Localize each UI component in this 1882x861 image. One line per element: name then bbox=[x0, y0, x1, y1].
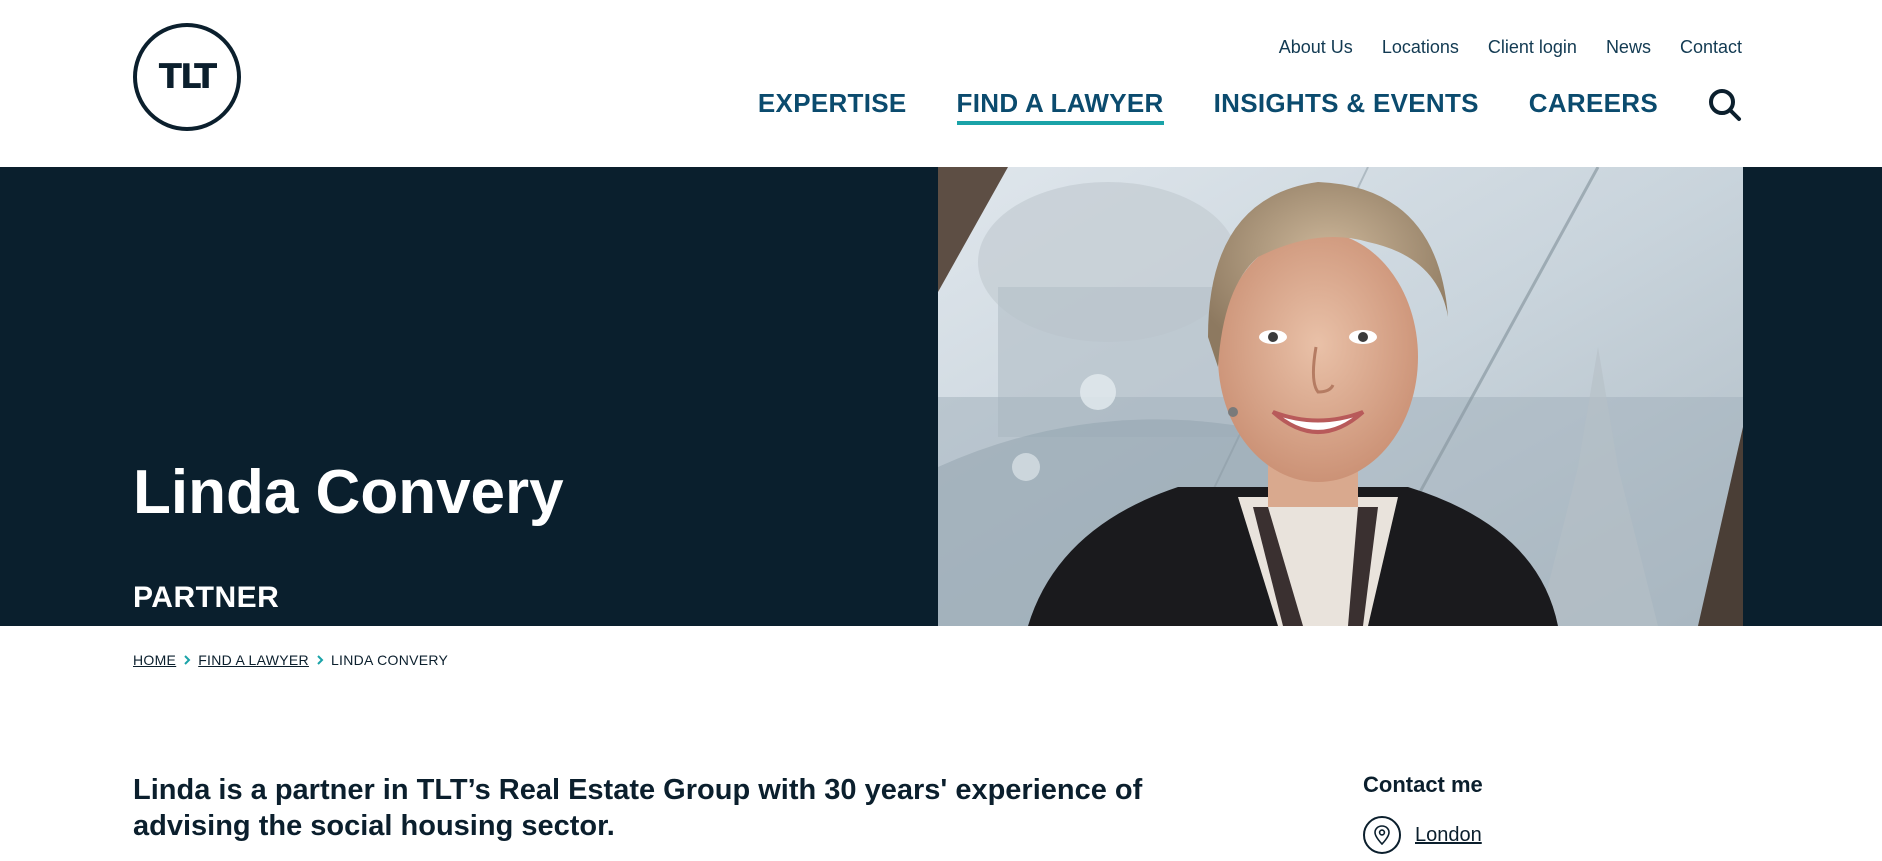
utility-link-about-us[interactable]: About Us bbox=[1279, 37, 1353, 58]
profile-hero: Linda Convery PARTNER bbox=[0, 167, 1882, 626]
nav-find-a-lawyer[interactable]: FIND A LAWYER bbox=[956, 88, 1164, 125]
chevron-right-icon bbox=[184, 655, 191, 665]
contact-location-link[interactable]: London bbox=[1415, 824, 1482, 847]
contact-panel: Contact me London bbox=[1363, 772, 1483, 854]
breadcrumb-current: LINDA CONVERY bbox=[330, 652, 449, 668]
nav-expertise[interactable]: EXPERTISE bbox=[758, 88, 907, 125]
breadcrumb-home[interactable]: HOME bbox=[133, 652, 176, 668]
utility-link-client-login[interactable]: Client login bbox=[1488, 37, 1577, 58]
search-icon bbox=[1709, 88, 1741, 121]
search-button[interactable] bbox=[1708, 88, 1742, 122]
utility-link-news[interactable]: News bbox=[1606, 37, 1651, 58]
profile-role: PARTNER bbox=[133, 581, 280, 614]
tlt-logo[interactable]: TLT bbox=[133, 23, 241, 131]
site-header: TLT About Us Locations Client login News… bbox=[0, 0, 1882, 167]
contact-location-row: London bbox=[1363, 816, 1483, 854]
breadcrumb: HOME FIND A LAWYER LINDA CONVERY bbox=[133, 652, 448, 668]
profile-photo bbox=[938, 167, 1743, 626]
utility-nav: About Us Locations Client login News Con… bbox=[1279, 37, 1742, 58]
main-nav: EXPERTISE FIND A LAWYER INSIGHTS & EVENT… bbox=[708, 88, 1742, 125]
nav-insights-events[interactable]: INSIGHTS & EVENTS bbox=[1214, 88, 1479, 125]
breadcrumb-find-a-lawyer[interactable]: FIND A LAWYER bbox=[198, 652, 309, 668]
nav-careers[interactable]: CAREERS bbox=[1529, 88, 1658, 125]
contact-heading: Contact me bbox=[1363, 772, 1483, 797]
logo-text: TLT bbox=[158, 57, 217, 97]
utility-link-locations[interactable]: Locations bbox=[1382, 37, 1459, 58]
profile-intro: Linda is a partner in TLT’s Real Estate … bbox=[133, 774, 1143, 842]
location-pin-icon bbox=[1363, 816, 1401, 854]
profile-name: Linda Convery bbox=[133, 458, 564, 527]
utility-link-contact[interactable]: Contact bbox=[1680, 37, 1742, 58]
chevron-right-icon bbox=[317, 655, 324, 665]
